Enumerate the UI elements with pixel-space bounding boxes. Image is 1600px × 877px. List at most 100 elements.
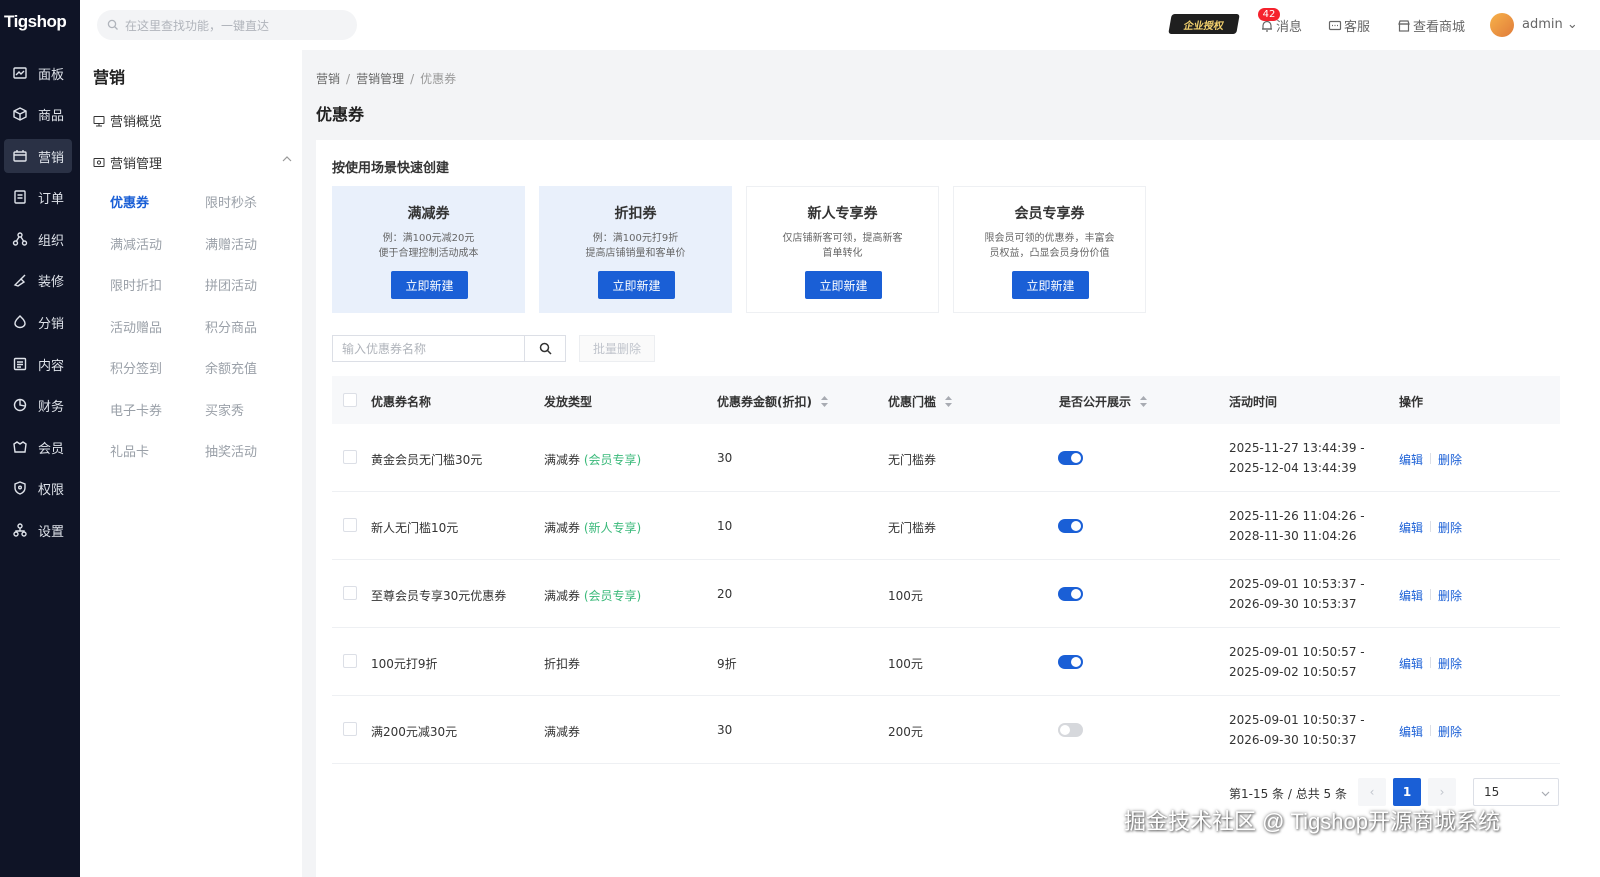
- sub-item-activity-gift[interactable]: 活动赠品: [110, 317, 162, 336]
- row-checkbox[interactable]: [343, 654, 357, 668]
- quick-card-member: 会员专享券 限会员可领的优惠券，丰富会 员权益，凸显会员身份价值 立即新建: [953, 186, 1146, 313]
- coupon-threshold: 200元: [888, 725, 923, 739]
- breadcrumb-item[interactable]: 营销: [316, 72, 340, 86]
- sub-item-time-discount[interactable]: 限时折扣: [110, 275, 162, 294]
- quick-card-desc-line: 员权益，凸显会员身份价值: [989, 248, 1110, 259]
- delete-link[interactable]: 删除: [1438, 587, 1462, 604]
- batch-delete-button[interactable]: 批量删除: [579, 335, 655, 362]
- chevron-up-icon[interactable]: [282, 154, 292, 164]
- public-toggle[interactable]: [1058, 723, 1083, 737]
- public-toggle[interactable]: [1058, 451, 1083, 465]
- sub-item-full-gift[interactable]: 满赠活动: [205, 234, 257, 253]
- sort-icon[interactable]: [820, 396, 828, 407]
- edit-link[interactable]: 编辑: [1399, 655, 1423, 672]
- coupon-type: 折扣券: [544, 655, 580, 672]
- page-button-current[interactable]: 1: [1393, 778, 1421, 806]
- nav-item-dashboard[interactable]: 面板: [4, 56, 72, 90]
- col-header-threshold[interactable]: 优惠门槛: [888, 393, 953, 410]
- activity-end: 2025-12-04 13:44:39: [1229, 461, 1357, 475]
- row-checkbox[interactable]: [343, 518, 357, 532]
- row-checkbox[interactable]: [343, 450, 357, 464]
- delete-link[interactable]: 删除: [1438, 655, 1462, 672]
- view-store-link[interactable]: 查看商城: [1397, 16, 1465, 35]
- col-header-label: 发放类型: [544, 395, 593, 409]
- nav-item-settings[interactable]: 设置: [4, 513, 72, 547]
- search-button[interactable]: [524, 335, 566, 362]
- sub-item-coupon[interactable]: 优惠券: [110, 192, 149, 211]
- nav-item-org[interactable]: 组织: [4, 222, 72, 256]
- edit-link[interactable]: 编辑: [1399, 451, 1423, 468]
- col-header-amount[interactable]: 优惠券金额(折扣): [717, 393, 828, 410]
- service-link[interactable]: 客服: [1328, 16, 1370, 35]
- nav-item-permission[interactable]: 权限: [4, 471, 72, 505]
- message-count-badge: 42: [1258, 8, 1280, 21]
- chevron-down-icon: [1541, 791, 1550, 797]
- coupon-name-input[interactable]: 输入优惠券名称: [332, 335, 525, 362]
- sort-icon[interactable]: [945, 396, 953, 407]
- action-divider: [1430, 521, 1431, 532]
- sub-item-buyer-show[interactable]: 买家秀: [205, 400, 244, 419]
- nav-label: 会员: [38, 441, 65, 457]
- sub-item-balance-recharge[interactable]: 余额充值: [205, 358, 257, 377]
- quick-card-desc-line: 仅店铺新客可领，提高新客: [782, 233, 903, 244]
- select-all-checkbox[interactable]: [343, 393, 357, 407]
- sub-item-gift-card[interactable]: 礼品卡: [110, 441, 149, 460]
- global-search-input[interactable]: 在这里查找功能，一键直达: [97, 10, 357, 40]
- delete-link[interactable]: 删除: [1438, 723, 1462, 740]
- sort-icon[interactable]: [1140, 396, 1148, 407]
- nav-item-content[interactable]: 内容: [4, 347, 72, 381]
- create-member-button[interactable]: 立即新建: [1012, 271, 1089, 299]
- quick-card-newcomer: 新人专享券 仅店铺新客可领，提高新客 首单转化 立即新建: [746, 186, 939, 313]
- sub-item-lottery[interactable]: 抽奖活动: [205, 441, 257, 460]
- nav-label: 装修: [38, 274, 65, 290]
- watermark: 掘金技术社区 @ Tigshop开源商城系统: [1124, 809, 1501, 834]
- marketing-icon: [12, 148, 28, 164]
- public-toggle[interactable]: [1058, 655, 1083, 669]
- coupon-type-text: 满减券: [544, 453, 581, 467]
- activity-start: 2025-09-01 10:53:37 -: [1229, 577, 1365, 591]
- nav-item-decoration[interactable]: 装修: [4, 263, 72, 297]
- nav-item-orders[interactable]: 订单: [4, 180, 72, 214]
- create-full-reduction-button[interactable]: 立即新建: [391, 271, 468, 299]
- col-header-label: 操作: [1399, 395, 1424, 409]
- create-discount-button[interactable]: 立即新建: [598, 271, 675, 299]
- edit-link[interactable]: 编辑: [1399, 723, 1423, 740]
- sub-item-flash-sale[interactable]: 限时秒杀: [205, 192, 257, 211]
- sub-item-points-signin[interactable]: 积分签到: [110, 358, 162, 377]
- sub-nav-management[interactable]: 营销管理: [93, 153, 162, 172]
- avatar[interactable]: [1490, 13, 1514, 37]
- tigshop-logo[interactable]: Tigshop: [4, 12, 76, 34]
- public-toggle[interactable]: [1058, 587, 1083, 601]
- sub-item-points-goods[interactable]: 积分商品: [205, 317, 257, 336]
- delete-link[interactable]: 删除: [1438, 519, 1462, 536]
- sub-item-full-reduction[interactable]: 满减活动: [110, 234, 162, 253]
- edit-link[interactable]: 编辑: [1399, 587, 1423, 604]
- next-page-button[interactable]: ›: [1428, 778, 1456, 806]
- page-size-select[interactable]: 15: [1473, 778, 1559, 806]
- quick-card-title: 折扣券: [614, 206, 657, 222]
- col-header-public[interactable]: 是否公开展示: [1059, 393, 1148, 410]
- sub-item-group-buy[interactable]: 拼团活动: [205, 275, 257, 294]
- breadcrumb-item[interactable]: 营销管理: [356, 72, 404, 86]
- nav-label: 分销: [38, 316, 65, 332]
- activity-start: 2025-09-01 10:50:37 -: [1229, 713, 1365, 727]
- row-checkbox[interactable]: [343, 722, 357, 736]
- nav-label: 组织: [38, 233, 65, 249]
- sub-item-e-card[interactable]: 电子卡券: [110, 400, 162, 419]
- public-toggle[interactable]: [1058, 519, 1083, 533]
- nav-item-marketing[interactable]: 营销: [4, 139, 72, 173]
- delete-link[interactable]: 删除: [1438, 451, 1462, 468]
- user-menu[interactable]: admin ⌄: [1522, 17, 1578, 32]
- sub-nav-overview[interactable]: 营销概览: [93, 111, 162, 130]
- nav-item-goods[interactable]: 商品: [4, 97, 72, 131]
- edit-link[interactable]: 编辑: [1399, 519, 1423, 536]
- prev-page-button[interactable]: ‹: [1358, 778, 1386, 806]
- nav-item-distribution[interactable]: 分销: [4, 305, 72, 339]
- nav-item-member[interactable]: 会员: [4, 430, 72, 464]
- enterprise-license-badge[interactable]: 企业授权: [1168, 14, 1240, 34]
- coupon-type-text: 满减券: [544, 589, 581, 603]
- create-newcomer-button[interactable]: 立即新建: [805, 271, 882, 299]
- nav-item-finance[interactable]: 财务: [4, 388, 72, 422]
- overview-icon: [93, 115, 105, 126]
- row-checkbox[interactable]: [343, 586, 357, 600]
